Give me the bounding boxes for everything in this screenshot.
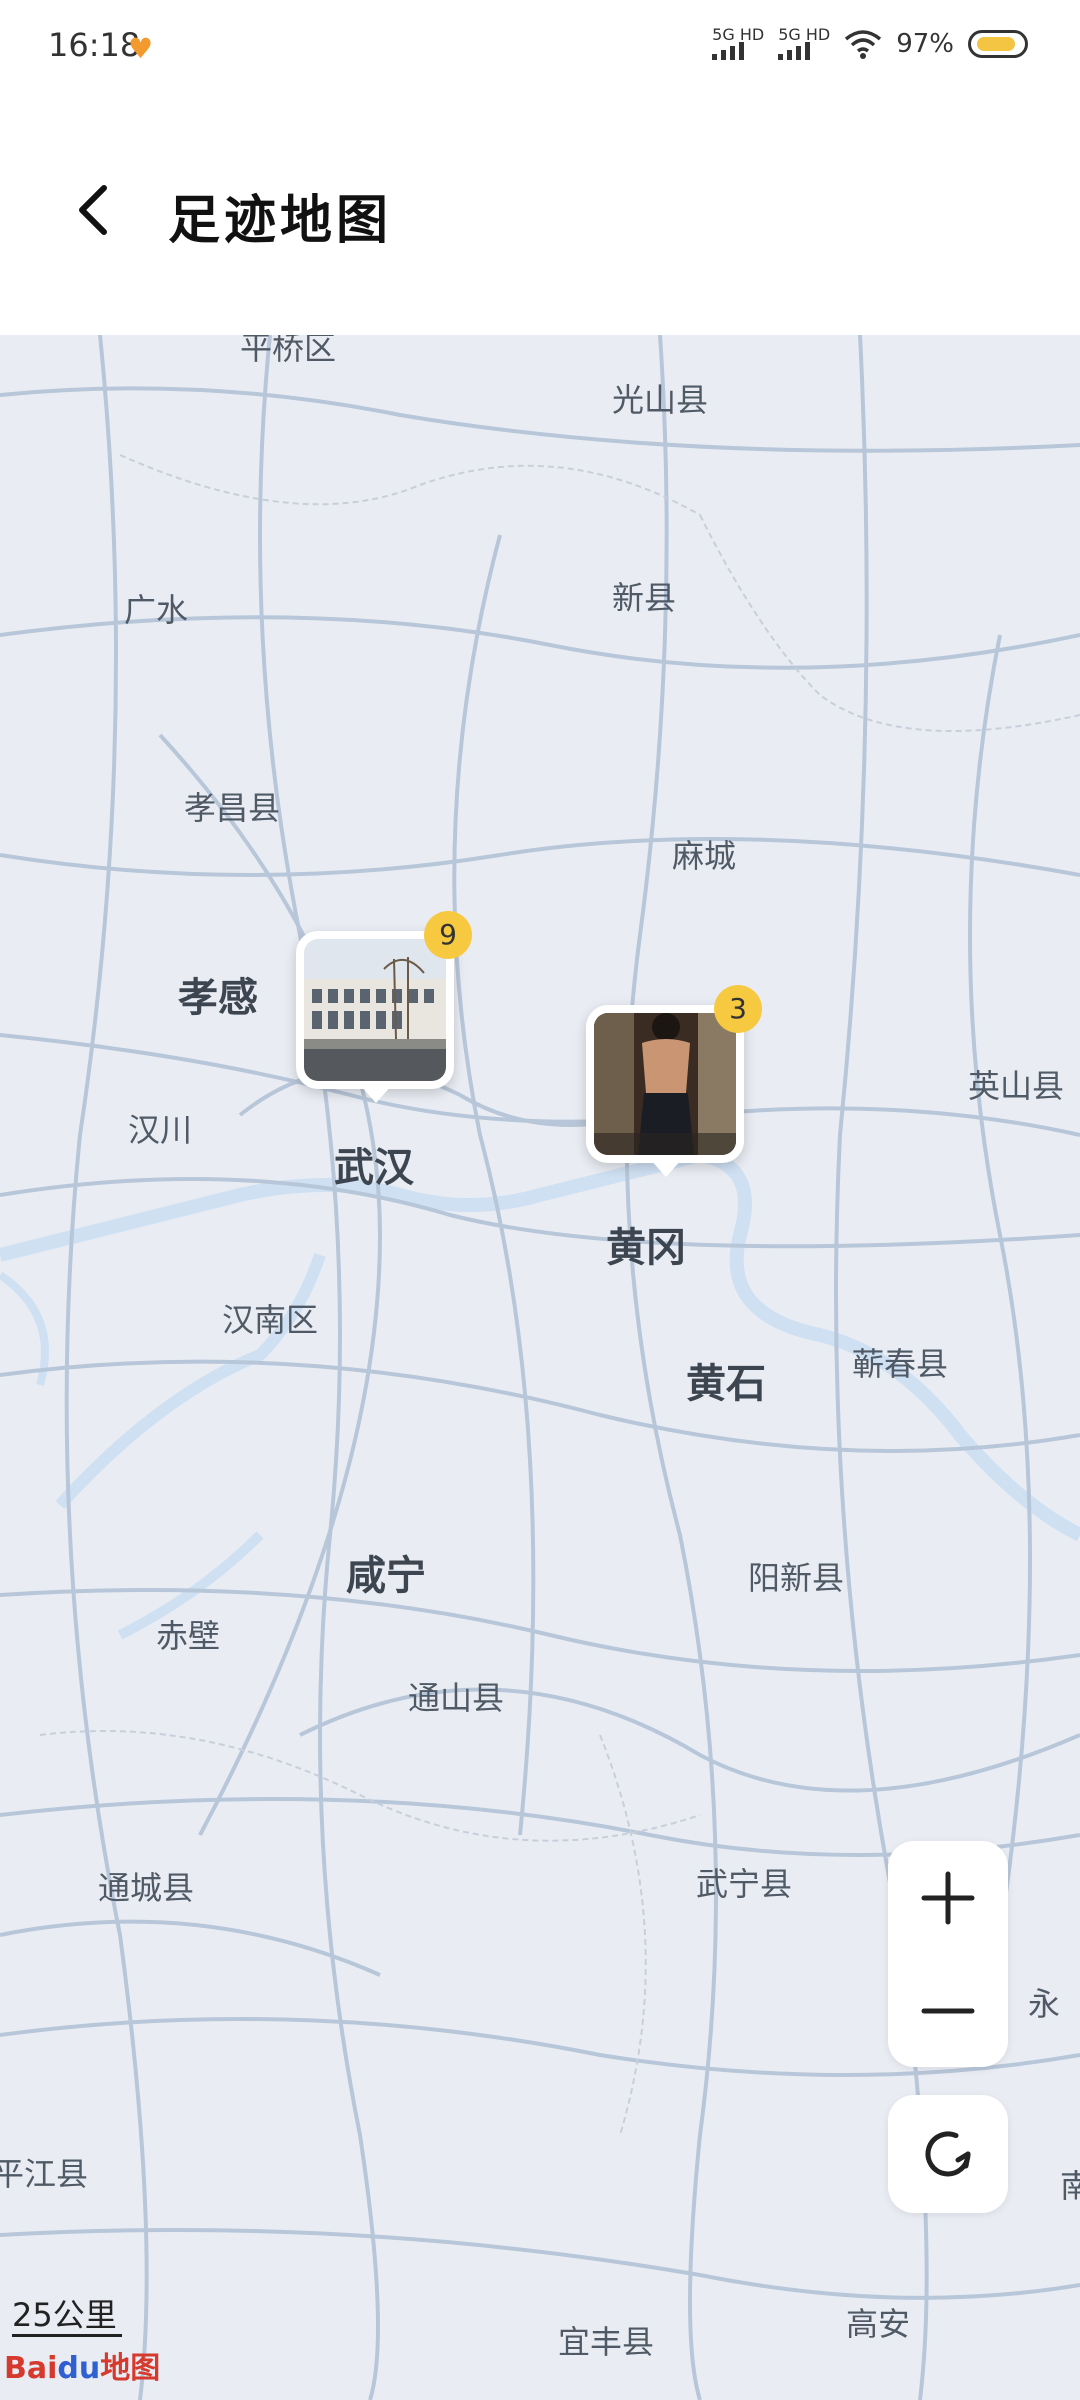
photo-pin-wuhan[interactable]: 9 (296, 911, 472, 1103)
place-label: 光山县 (612, 381, 709, 419)
place-label: 孝感 (178, 975, 258, 1021)
minus-icon (921, 2008, 975, 2013)
place-label: 英山县 (968, 1067, 1065, 1105)
baidu-map-logo: Baidu地图 (4, 2343, 160, 2387)
refresh-icon (925, 2131, 971, 2177)
logo-text: Bai (4, 2351, 58, 2386)
pin-pointer (360, 1085, 392, 1103)
place-label: 南 (1060, 2167, 1080, 2205)
place-label: 宜丰县 (558, 2323, 655, 2361)
place-label: 阳新县 (748, 1559, 845, 1597)
status-indicators: 5G HD 5G HD 97% (712, 25, 1028, 60)
place-label: 麻城 (672, 837, 737, 875)
place-label: 永 (1028, 1985, 1061, 2023)
place-label: 通城县 (98, 1869, 195, 1907)
photo-count-badge: 3 (714, 985, 762, 1033)
photo-count-badge: 9 (424, 911, 472, 959)
place-label: 黄石 (686, 1361, 766, 1407)
header: 足迹地图 (0, 100, 1080, 335)
status-time: 16:18 (48, 26, 141, 64)
zoom-out-button[interactable] (888, 1954, 1008, 2067)
battery-icon (968, 30, 1028, 58)
logo-text: 地图 (100, 2351, 161, 2386)
scale-label: 25公里 (12, 2296, 117, 2334)
place-label: 蕲春县 (852, 1345, 949, 1383)
page-title: 足迹地图 (168, 191, 393, 251)
place-label: 汉川 (128, 1111, 193, 1149)
reset-icon-wrap (888, 2095, 1008, 2213)
map-scale: 25公里 (12, 2290, 122, 2337)
place-label: 武汉 (334, 1145, 414, 1191)
chevron-left-icon (79, 185, 107, 235)
person-photo (594, 1013, 736, 1155)
place-label: 赤壁 (156, 1617, 221, 1655)
place-label: 广水 (124, 591, 189, 629)
place-label: 通山县 (408, 1679, 505, 1717)
signal-icon: 5G HD (712, 25, 765, 60)
notification-icon: ♥ (128, 32, 154, 65)
place-label: 平桥区 (240, 335, 337, 367)
network-label: 5G HD (712, 25, 765, 44)
plus-icon (921, 1871, 975, 1924)
zoom-controls (888, 1841, 1008, 2067)
pin-pointer (650, 1159, 682, 1177)
place-label: 黄冈 (606, 1225, 686, 1271)
status-bar: 16:18 ♥ 5G HD 5G HD 97% (0, 0, 1080, 100)
signal-icon: 5G HD (778, 25, 831, 60)
logo-text: du (57, 2351, 101, 2386)
place-label: 咸宁 (346, 1553, 426, 1599)
reset-view-button[interactable] (888, 2095, 1008, 2213)
battery-percent: 97% (896, 29, 954, 59)
network-label: 5G HD (778, 25, 831, 44)
place-label: 孝昌县 (184, 789, 281, 827)
scale-bar (12, 2334, 122, 2337)
wifi-icon (845, 30, 882, 59)
place-label: 武宁县 (696, 1865, 793, 1903)
place-label: 汉南区 (222, 1301, 319, 1339)
back-button[interactable] (52, 170, 132, 250)
map-view[interactable]: 平桥区 光山县 新县 广水 孝昌县 麻城 孝感 英山县 汉川 武汉 黄冈 汉南区… (0, 335, 1080, 2400)
building-photo (304, 939, 446, 1081)
place-label: 平江县 (0, 2155, 89, 2193)
place-label: 新县 (612, 579, 677, 617)
photo-pin-huanggang[interactable]: 3 (586, 985, 762, 1177)
place-label: 高安 (846, 2305, 911, 2343)
zoom-in-button[interactable] (888, 1841, 1008, 1954)
